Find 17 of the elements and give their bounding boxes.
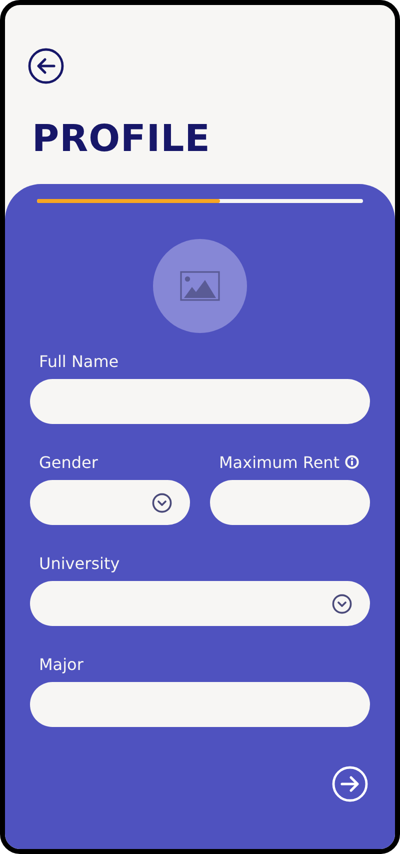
field-label: Major [39,654,84,674]
page-title: PROFILE [32,118,212,160]
dropdown-field[interactable] [30,581,370,626]
field-label: Maximum Rent [219,452,340,472]
text-field[interactable] [30,682,370,727]
field-label: University [39,554,120,572]
dropdown-field[interactable] [30,480,190,525]
image-icon [180,271,220,301]
field-label: Gender [39,452,98,472]
next-button[interactable] [332,766,368,802]
text-field[interactable] [210,480,370,525]
chevron-down-icon [152,492,172,512]
text-field[interactable] [30,379,370,424]
field-label: Full Name [39,352,119,370]
back-button[interactable] [28,48,64,84]
chevron-down-icon [332,594,352,614]
info-icon[interactable] [344,455,359,469]
